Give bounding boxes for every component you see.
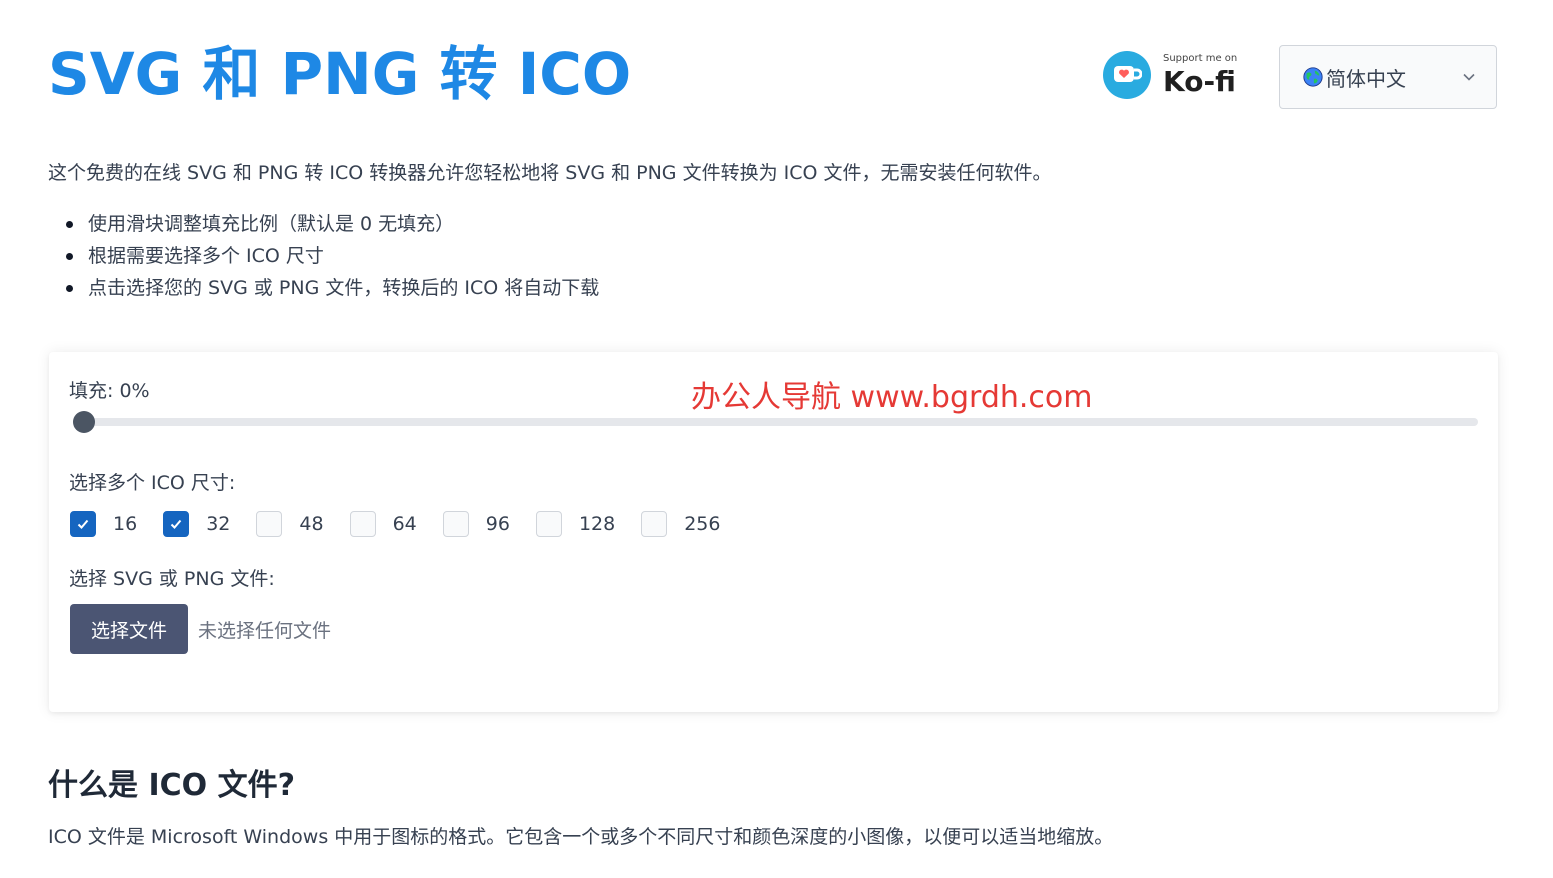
size-label: 96 <box>485 513 510 535</box>
size-option-96[interactable]: 96 <box>442 511 510 537</box>
size-checkbox[interactable] <box>256 511 283 537</box>
size-option-16[interactable]: 16 <box>70 511 137 537</box>
language-select[interactable]: 简体中文 <box>1279 45 1497 109</box>
choose-file-button[interactable]: 选择文件 <box>70 604 189 654</box>
kofi-support-text: Support me on <box>1163 53 1238 64</box>
size-label: 128 <box>578 513 616 535</box>
size-option-32[interactable]: 32 <box>163 511 230 537</box>
language-selected: 简体中文 <box>1326 66 1406 91</box>
kofi-support-link[interactable]: Support me on Ko-fi <box>1103 50 1237 100</box>
size-option-128[interactable]: 128 <box>535 511 616 537</box>
size-checkbox[interactable] <box>641 511 668 537</box>
size-checkbox[interactable] <box>535 511 562 537</box>
size-label: 64 <box>392 513 417 535</box>
instruction-item: 点击选择您的 SVG 或 PNG 文件，转换后的 ICO 将自动下载 <box>48 272 599 304</box>
instruction-list: 使用滑块调整填充比例（默认是 0 无填充） 根据需要选择多个 ICO 尺寸 点击… <box>48 208 599 304</box>
size-options: 16 32 48 64 96 128 256 <box>70 511 746 537</box>
fill-slider[interactable] <box>73 411 1478 433</box>
instruction-item: 根据需要选择多个 ICO 尺寸 <box>48 240 599 272</box>
size-label: 32 <box>206 513 231 535</box>
page: SVG 和 PNG 转 ICO Support me on Ko-fi 简体中文… <box>0 0 1553 878</box>
globe-icon <box>1303 67 1323 87</box>
file-input: 选择文件 未选择任何文件 <box>70 604 331 654</box>
converter-card: 填充: 0% 办公人导航 www.bgrdh.com 选择多个 ICO 尺寸: … <box>49 352 1498 712</box>
size-label: 256 <box>684 513 721 535</box>
checkmark-icon <box>77 519 89 529</box>
page-title: SVG 和 PNG 转 ICO <box>48 40 632 108</box>
fill-label: 填充: 0% <box>69 380 150 402</box>
kofi-cup-icon <box>1103 51 1151 99</box>
sizes-label: 选择多个 ICO 尺寸: <box>69 472 236 494</box>
size-option-48[interactable]: 48 <box>256 511 324 537</box>
size-label: 48 <box>299 513 324 535</box>
size-option-64[interactable]: 64 <box>349 511 417 537</box>
kofi-brand: Ko-fi <box>1163 65 1236 98</box>
instruction-item: 使用滑块调整填充比例（默认是 0 无填充） <box>48 208 599 240</box>
size-checkbox[interactable] <box>163 511 190 537</box>
section-title: 什么是 ICO 文件? <box>48 768 295 803</box>
size-checkbox[interactable] <box>349 511 376 537</box>
fill-slider-thumb[interactable] <box>73 411 95 433</box>
size-checkbox[interactable] <box>442 511 469 537</box>
section-body: ICO 文件是 Microsoft Windows 中用于图标的格式。它包含一个… <box>48 826 1114 848</box>
kofi-text: Support me on Ko-fi <box>1163 54 1237 96</box>
watermark-text: 办公人导航 www.bgrdh.com <box>691 380 1093 415</box>
chevron-down-icon <box>1463 73 1475 81</box>
file-label: 选择 SVG 或 PNG 文件: <box>69 568 275 590</box>
file-status: 未选择任何文件 <box>198 619 332 642</box>
intro-text: 这个免费的在线 SVG 和 PNG 转 ICO 转换器允许您轻松地将 SVG 和… <box>48 162 1052 184</box>
size-checkbox[interactable] <box>70 511 96 537</box>
size-label: 16 <box>113 513 138 535</box>
size-option-256[interactable]: 256 <box>641 511 720 537</box>
checkmark-icon <box>170 519 182 529</box>
